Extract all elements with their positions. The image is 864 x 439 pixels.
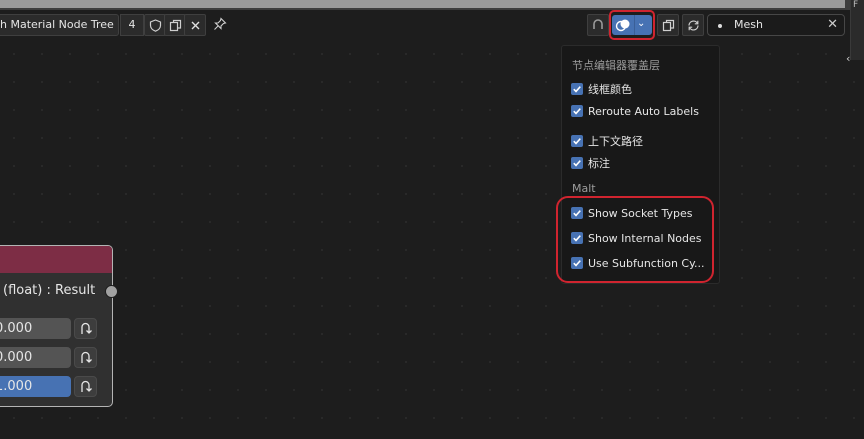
snap-icon xyxy=(593,19,603,29)
top-area-scroll xyxy=(0,0,845,8)
sidebar-tab[interactable]: F xyxy=(850,0,864,60)
unlink-tree-button[interactable] xyxy=(184,14,206,36)
shield-icon xyxy=(149,18,161,32)
checkbox-wire-colors[interactable]: 线框颜色 xyxy=(571,81,632,97)
search-bullet-icon xyxy=(718,24,722,28)
checkbox-checked-icon xyxy=(571,105,583,117)
node-header[interactable] xyxy=(0,246,112,273)
highlight-overlay-button xyxy=(609,10,655,40)
copy-button[interactable] xyxy=(657,14,679,36)
checkbox-checked-icon xyxy=(571,157,583,169)
snap-button[interactable] xyxy=(587,14,609,36)
node-editor-canvas[interactable] xyxy=(0,40,864,439)
search-field[interactable]: Mesh ✕ xyxy=(707,14,845,36)
socket-link-button[interactable] xyxy=(74,376,97,397)
sidebar-expand-icon[interactable]: ‹ xyxy=(846,52,850,65)
checkbox-label: 标注 xyxy=(588,157,610,170)
refresh-button[interactable] xyxy=(682,14,704,36)
pin-button[interactable] xyxy=(210,14,230,34)
socket-link-icon xyxy=(80,351,92,363)
search-value: Mesh xyxy=(734,18,763,31)
socket-link-icon xyxy=(80,322,92,334)
new-tree-button[interactable] xyxy=(164,14,186,36)
top-area-strip xyxy=(0,0,864,10)
checkbox-checked-icon xyxy=(571,135,583,147)
checkbox-label: Reroute Auto Labels xyxy=(588,104,699,118)
material-node[interactable]: (float) : Result 0.000 0.000 1.000 xyxy=(0,245,113,407)
node-input-field[interactable]: 0.000 xyxy=(0,318,71,339)
node-input-field[interactable]: 0.000 xyxy=(0,347,71,368)
copy-icon xyxy=(662,19,674,31)
checkbox-checked-icon xyxy=(571,83,583,95)
highlight-malt-options xyxy=(556,196,714,283)
checkbox-reroute-auto-labels[interactable]: Reroute Auto Labels xyxy=(571,103,699,119)
pin-icon xyxy=(214,17,227,30)
node-tree-selector[interactable]: h Material Node Tree xyxy=(0,14,119,36)
node-input-field-active[interactable]: 1.000 xyxy=(0,376,71,397)
close-icon xyxy=(191,21,199,29)
clear-search-icon[interactable]: ✕ xyxy=(827,15,838,35)
socket-link-icon xyxy=(80,380,92,392)
duplicate-icon xyxy=(169,19,181,31)
checkbox-label: 上下文路径 xyxy=(588,135,643,148)
checkbox-annotations[interactable]: 标注 xyxy=(571,155,610,171)
section-malt: Malt xyxy=(572,182,596,195)
sidebar-tab-label: F xyxy=(853,0,859,10)
socket-link-button[interactable] xyxy=(74,318,97,339)
output-socket[interactable] xyxy=(105,285,118,298)
node-output-label: (float) : Result xyxy=(3,283,96,298)
user-count[interactable]: 4 xyxy=(120,14,144,36)
refresh-icon xyxy=(687,19,699,31)
socket-link-button[interactable] xyxy=(74,347,97,368)
overlay-menu-title: 节点编辑器覆盖层 xyxy=(572,59,660,72)
fake-user-button[interactable] xyxy=(144,14,166,36)
node-editor-header: h Material Node Tree 4 Mesh ✕ xyxy=(0,12,850,38)
checkbox-context-path[interactable]: 上下文路径 xyxy=(571,133,643,149)
checkbox-label: 线框颜色 xyxy=(588,83,632,96)
